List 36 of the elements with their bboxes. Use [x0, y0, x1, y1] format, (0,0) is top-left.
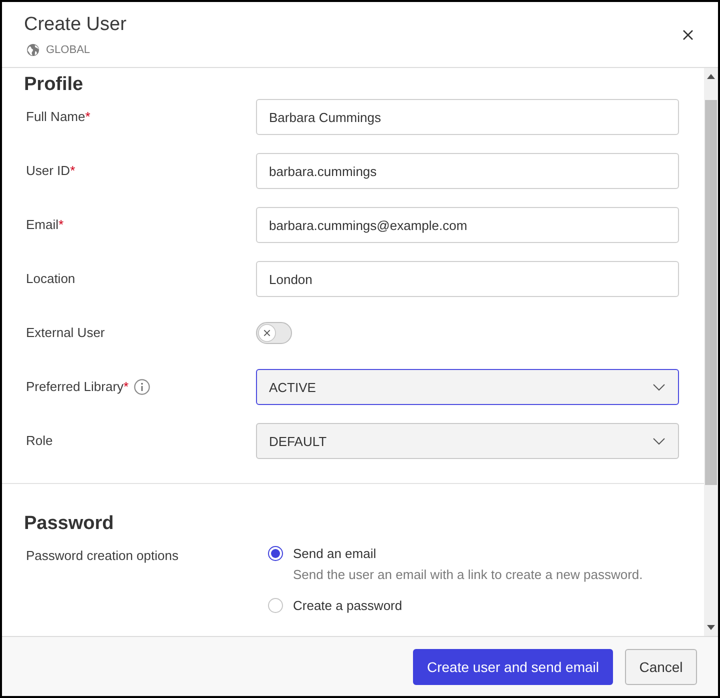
option-description: Send the user an email with a link to create a new password.: [293, 566, 643, 584]
chevron-down-icon: [653, 384, 665, 390]
close-icon[interactable]: [683, 30, 693, 40]
radio-button[interactable]: [268, 598, 283, 613]
field-label: Email*: [26, 217, 64, 233]
dropdown[interactable]: ACTIVE: [256, 369, 679, 405]
cancel-button[interactable]: Cancel: [625, 648, 697, 684]
field-label: User ID*: [26, 163, 76, 179]
text-input[interactable]: barbara.cummings@example.com: [256, 207, 679, 243]
scrollbar-thumb[interactable]: [705, 100, 717, 485]
text-input[interactable]: barbara.cummings: [256, 153, 679, 189]
option-label[interactable]: Create a password: [293, 597, 402, 615]
chevron-down-icon: [653, 438, 665, 444]
toggle-knob-icon: [258, 324, 276, 342]
scroll-up-arrow-icon[interactable]: [707, 74, 715, 79]
info-icon[interactable]: [134, 379, 150, 395]
field-label: Role: [26, 433, 53, 449]
scope-label: GLOBAL: [46, 43, 90, 57]
text-input[interactable]: London: [256, 261, 679, 297]
dropdown[interactable]: DEFAULT: [256, 423, 679, 459]
field-label: Password creation options: [26, 548, 178, 563]
section-heading: Profile: [24, 73, 84, 97]
text-input[interactable]: Barbara Cummings: [256, 99, 679, 135]
submit-button[interactable]: Create user and send email: [413, 648, 613, 684]
field-label: Full Name*: [26, 109, 90, 125]
dialog-title: Create User: [24, 13, 126, 37]
field-label: Location: [26, 271, 76, 287]
field-label: Preferred Library*: [26, 379, 129, 395]
option-label[interactable]: Send an email: [293, 545, 376, 563]
radio-button[interactable]: [268, 546, 283, 561]
section-heading: Password: [24, 512, 114, 536]
globe-icon: [27, 44, 39, 56]
toggle-switch[interactable]: [256, 322, 292, 344]
scrollbar[interactable]: [704, 68, 718, 636]
field-label: External User: [26, 325, 105, 341]
scroll-down-arrow-icon[interactable]: [707, 625, 715, 630]
